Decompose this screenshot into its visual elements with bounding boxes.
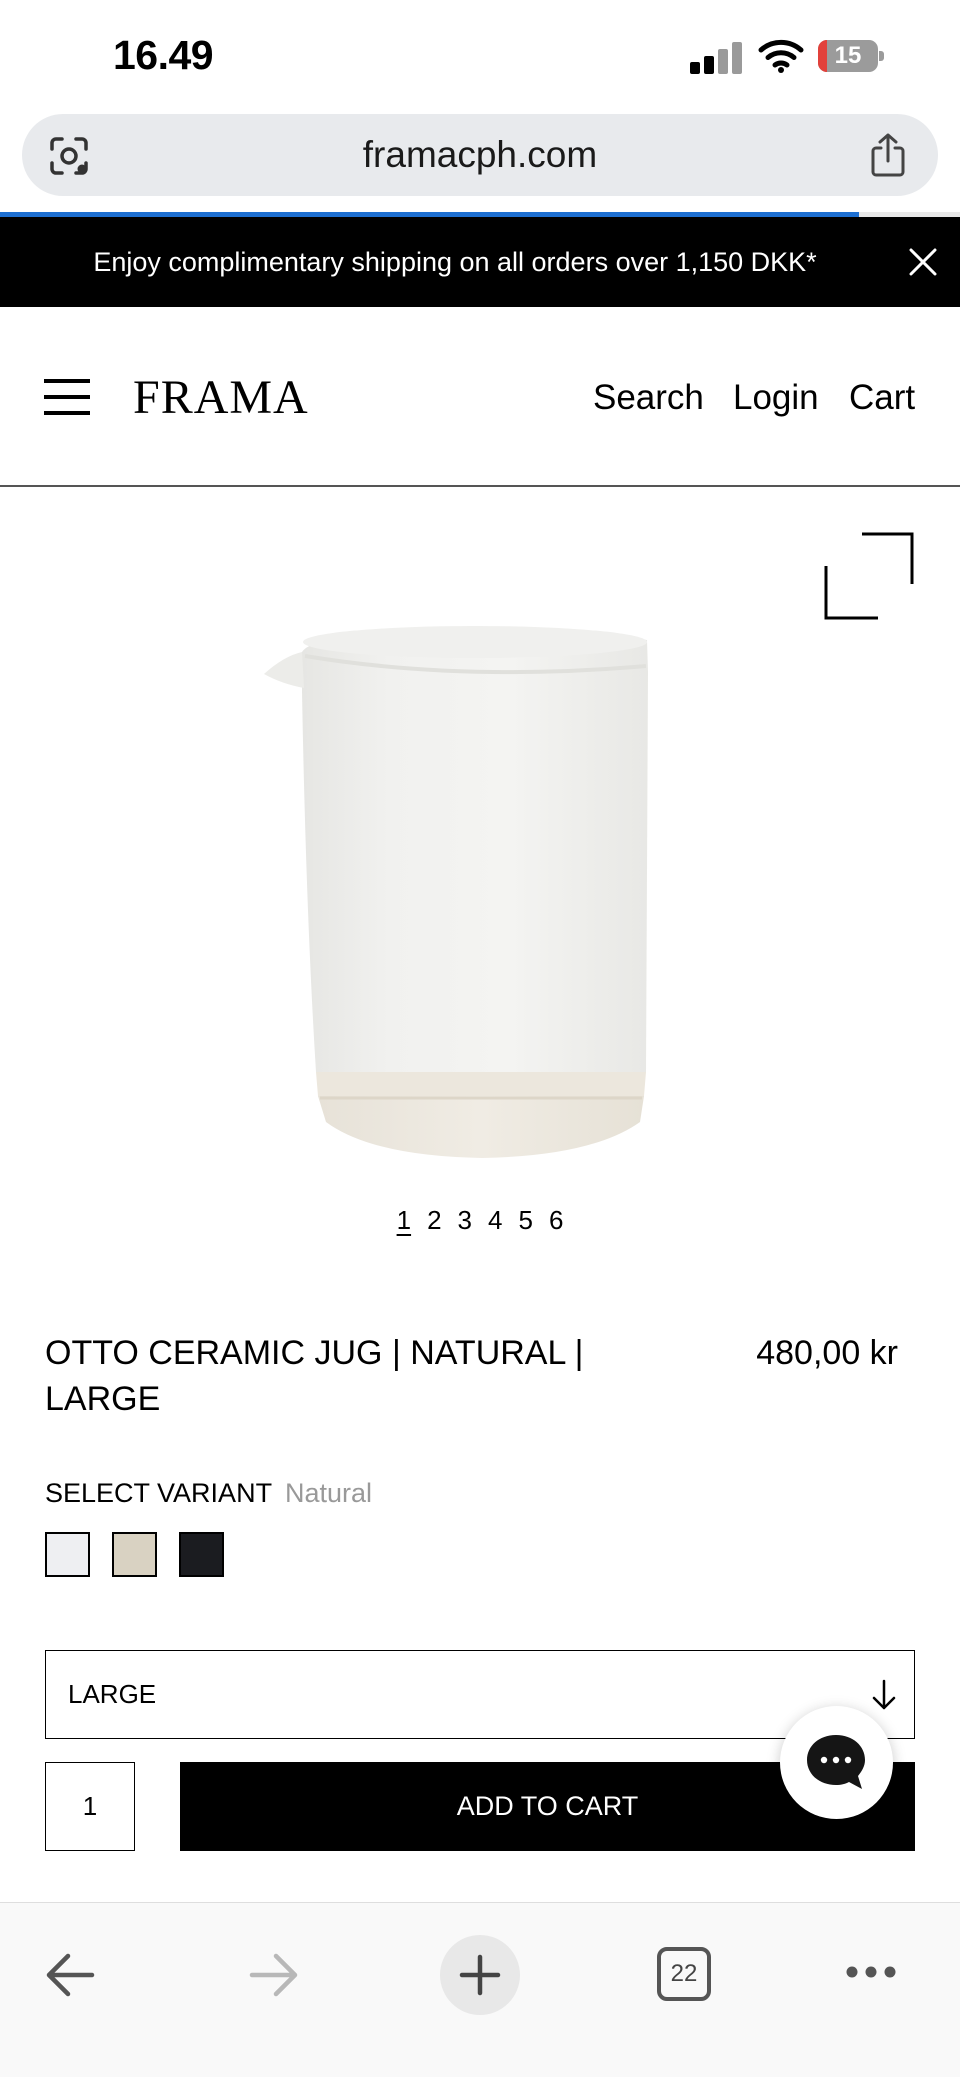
nav-search-link[interactable]: Search	[593, 370, 704, 426]
product-image[interactable]	[262, 612, 652, 1160]
announcement-text: Enjoy complimentary shipping on all orde…	[93, 247, 817, 277]
status-time: 16.49	[113, 32, 214, 78]
gallery-page-link[interactable]: 6	[549, 1200, 563, 1240]
battery-indicator: 15	[818, 40, 884, 72]
cellular-signal-icon	[690, 42, 742, 74]
nav-login-link[interactable]: Login	[733, 370, 819, 426]
more-icon[interactable]	[845, 1965, 897, 1979]
gallery-page-link[interactable]: 4	[488, 1200, 502, 1240]
close-icon[interactable]	[906, 245, 940, 279]
url-text[interactable]: framacph.com	[22, 114, 938, 196]
quantity-input[interactable]: 1	[45, 1762, 135, 1851]
gallery-page-link[interactable]: 1	[397, 1200, 411, 1240]
back-arrow-icon[interactable]	[44, 1952, 96, 1998]
arrow-down-icon	[872, 1679, 896, 1710]
chat-icon	[807, 1735, 865, 1789]
menu-icon[interactable]	[44, 379, 90, 415]
swatch-natural[interactable]	[112, 1532, 157, 1577]
status-bar: 16.49 15	[0, 0, 960, 110]
forward-arrow-icon[interactable]	[248, 1952, 300, 1998]
variant-value: Natural	[285, 1478, 373, 1508]
variant-label: SELECT VARIANT	[45, 1478, 273, 1508]
site-header: FRAMA Search Login Cart	[0, 307, 960, 487]
size-select-value: LARGE	[68, 1679, 157, 1709]
product-title: OTTO CERAMIC JUG | NATURAL | LARGE	[45, 1334, 584, 1418]
chat-widget-button[interactable]	[780, 1706, 893, 1819]
share-icon[interactable]	[868, 132, 908, 178]
expand-icon[interactable]	[824, 530, 916, 622]
battery-level: 15	[834, 42, 862, 69]
gallery-page-link[interactable]: 3	[458, 1200, 472, 1240]
announcement-bar: Enjoy complimentary shipping on all orde…	[0, 217, 960, 307]
swatch-black[interactable]	[179, 1532, 224, 1577]
new-tab-button[interactable]	[440, 1935, 520, 2015]
product-price: 480,00 kr	[756, 1334, 898, 1372]
gallery-page-link[interactable]: 2	[427, 1200, 441, 1240]
browser-toolbar: 22	[0, 1902, 960, 2077]
wifi-icon	[758, 39, 804, 73]
plus-icon	[459, 1954, 501, 1996]
swatch-white[interactable]	[45, 1532, 90, 1577]
size-select[interactable]: LARGE	[45, 1650, 915, 1739]
address-bar[interactable]: framacph.com	[22, 114, 938, 196]
gallery-pager: 123456	[0, 1200, 960, 1240]
brand-logo[interactable]: FRAMA	[133, 362, 309, 434]
nav-cart-link[interactable]: Cart	[849, 370, 915, 426]
tab-count-button[interactable]: 22	[657, 1947, 711, 2001]
gallery-page-link[interactable]: 5	[518, 1200, 532, 1240]
